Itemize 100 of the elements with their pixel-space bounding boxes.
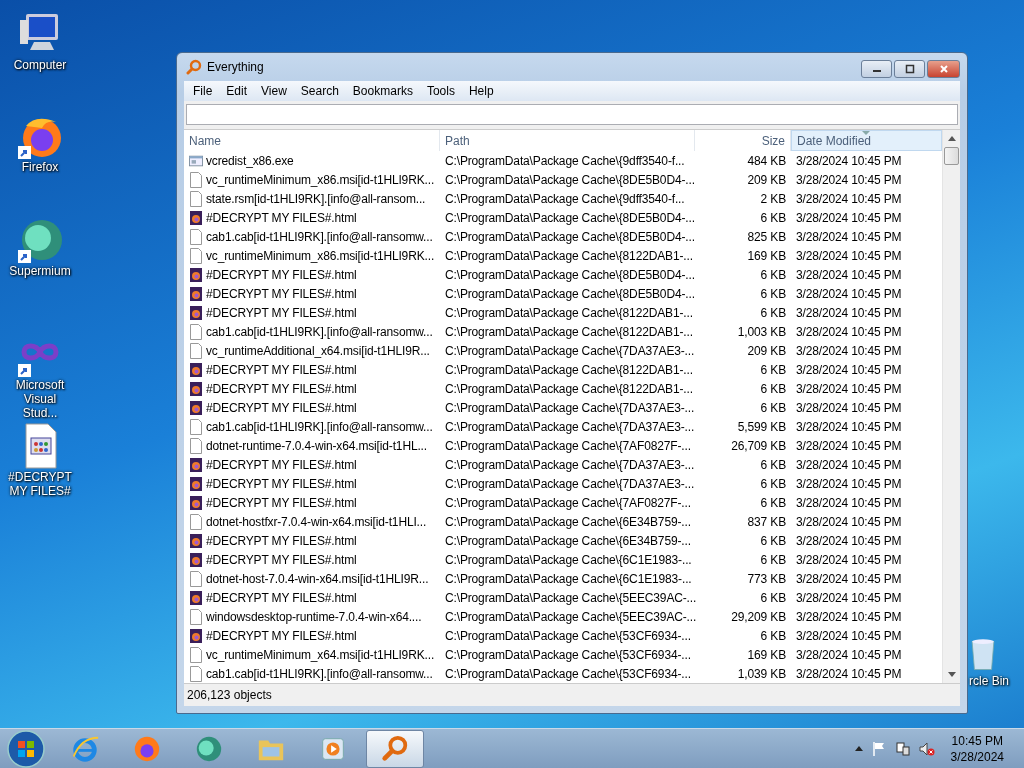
file-name[interactable]: vc_runtimeMinimum_x86.msi[id-t1HLI9RK...: [206, 248, 435, 263]
flag-icon[interactable]: [870, 740, 887, 757]
menu-item[interactable]: Tools: [419, 84, 462, 98]
file-path: C:\ProgramData\Package Cache\{6C1E1983-...: [445, 552, 692, 567]
file-name[interactable]: #DECRYPT MY FILES#.html: [206, 457, 357, 472]
html-file-icon: [189, 304, 203, 321]
file-name[interactable]: #DECRYPT MY FILES#.html: [206, 533, 357, 548]
file-path: C:\ProgramData\Package Cache\{8DE5B0D4-...: [445, 210, 695, 225]
file-path: C:\ProgramData\Package Cache\{7DA37AE3-...: [445, 343, 695, 358]
file-name[interactable]: vc_runtimeAdditional_x64.msi[id-t1HLI9R...: [206, 343, 430, 358]
html-file-icon: [189, 475, 203, 492]
date-modified: 3/28/2024 10:45 PM: [796, 400, 902, 415]
search-field[interactable]: [186, 104, 958, 125]
file-path: C:\ProgramData\Package Cache\{8122DAB1-...: [445, 381, 693, 396]
file-path: C:\ProgramData\Package Cache\{7AF0827F-...: [445, 438, 691, 453]
magnifier-icon: [186, 59, 202, 75]
show-hidden-icons[interactable]: [854, 746, 863, 751]
blank-file-icon: [189, 646, 203, 663]
date-modified: 3/28/2024 10:45 PM: [796, 248, 902, 263]
file-name[interactable]: cab1.cab[id-t1HLI9RK].[info@all-ransomw...: [206, 324, 433, 339]
file-path: C:\ProgramData\Package Cache\{5EEC39AC-...: [445, 590, 697, 605]
desktop-icon-label[interactable]: Microsoft Visual Stud...: [8, 378, 72, 420]
file-size: 5,599 KB: [737, 419, 786, 434]
blank-file-icon: [189, 418, 203, 435]
desktop-icon-label[interactable]: rcle Bin: [969, 674, 1009, 688]
file-size: 2 KB: [760, 191, 786, 206]
taskbar-button[interactable]: [366, 729, 424, 768]
menu-item[interactable]: Edit: [219, 84, 255, 98]
file-name[interactable]: #DECRYPT MY FILES#.html: [206, 286, 357, 301]
file-name[interactable]: cab1.cab[id-t1HLI9RK].[info@all-ransomw...: [206, 666, 433, 681]
muted-speaker-icon[interactable]: [918, 740, 935, 757]
file-name[interactable]: #DECRYPT MY FILES#.html: [206, 628, 357, 643]
scroll-up-icon[interactable]: [947, 136, 956, 141]
menu-item[interactable]: Search: [293, 84, 346, 98]
sort-arrow-icon: [862, 131, 870, 135]
file-name[interactable]: windowsdesktop-runtime-7.0.4-win-x64....: [206, 609, 422, 624]
file-path: C:\ProgramData\Package Cache\{7DA37AE3-...: [445, 419, 695, 434]
file-name[interactable]: dotnet-host-7.0.4-win-x64.msi[id-t1HLI9R...: [206, 571, 429, 586]
file-name[interactable]: #DECRYPT MY FILES#.html: [206, 267, 357, 282]
file-name[interactable]: vcredist_x86.exe: [206, 153, 294, 168]
scroll-down-icon[interactable]: [947, 672, 956, 677]
file-path: C:\ProgramData\Package Cache\{8122DAB1-...: [445, 324, 693, 339]
file-name[interactable]: #DECRYPT MY FILES#.html: [206, 305, 357, 320]
clock[interactable]: 10:45 PM 3/28/2024: [950, 732, 1004, 765]
start-button[interactable]: [6, 728, 46, 768]
html-file-icon: [189, 494, 203, 511]
file-name[interactable]: cab1.cab[id-t1HLI9RK].[info@all-ransomw...: [206, 419, 433, 434]
maximize-button[interactable]: [894, 60, 925, 78]
menu-item[interactable]: File: [186, 84, 220, 98]
file-size: 26,709 KB: [731, 438, 786, 453]
date-modified: 3/28/2024 10:45 PM: [796, 210, 902, 225]
file-name[interactable]: dotnet-hostfxr-7.0.4-win-x64.msi[id-t1HLI...: [206, 514, 427, 529]
date-modified: 3/28/2024 10:45 PM: [796, 324, 902, 339]
desktop-icon-label[interactable]: Computer: [13, 58, 67, 72]
date-modified: 3/28/2024 10:45 PM: [796, 628, 902, 643]
date-modified: 3/28/2024 10:45 PM: [796, 571, 902, 586]
file-name[interactable]: #DECRYPT MY FILES#.html: [206, 400, 357, 415]
file-name[interactable]: #DECRYPT MY FILES#.html: [206, 495, 357, 510]
file-name[interactable]: #DECRYPT MY FILES#.html: [206, 210, 357, 225]
maximize-icon: [904, 64, 915, 74]
date-modified: 3/28/2024 10:45 PM: [796, 476, 902, 491]
desktop-icon-label[interactable]: #DECRYPT MY FILES#: [8, 470, 72, 498]
file-name[interactable]: #DECRYPT MY FILES#.html: [206, 362, 357, 377]
file-path: C:\ProgramData\Package Cache\{8DE5B0D4-...: [445, 267, 695, 282]
file-path: C:\ProgramData\Package Cache\{8122DAB1-...: [445, 248, 693, 263]
close-button[interactable]: [927, 60, 960, 78]
file-name[interactable]: cab1.cab[id-t1HLI9RK].[info@all-ransomw...: [206, 229, 433, 244]
file-path: C:\ProgramData\Package Cache\{6E34B759-...: [445, 533, 691, 548]
desktop-icon-label[interactable]: Firefox: [21, 160, 59, 174]
file-name[interactable]: vc_runtimeMinimum_x64.msi[id-t1HLI9RK...: [206, 647, 435, 662]
file-name[interactable]: #DECRYPT MY FILES#.html: [206, 476, 357, 491]
vertical-scrollbar[interactable]: [942, 130, 960, 683]
menu-item[interactable]: Bookmarks: [345, 84, 420, 98]
minimize-button[interactable]: [861, 60, 892, 78]
scroll-thumb[interactable]: [944, 147, 959, 165]
file-name[interactable]: state.rsm[id-t1HLI9RK].[info@all-ransom...: [206, 191, 426, 206]
menu-item[interactable]: View: [254, 84, 294, 98]
menu-item[interactable]: Help: [461, 84, 501, 98]
html-file-icon: [189, 399, 203, 416]
date-modified: 3/28/2024 10:45 PM: [796, 457, 902, 472]
file-name[interactable]: #DECRYPT MY FILES#.html: [206, 552, 357, 567]
blank-file-icon: [189, 323, 203, 340]
file-size: 6 KB: [760, 457, 786, 472]
network-icon[interactable]: [894, 740, 911, 757]
file-name[interactable]: vc_runtimeMinimum_x86.msi[id-t1HLI9RK...: [206, 172, 435, 187]
desktop-icon-label[interactable]: Supermium: [9, 264, 71, 278]
file-size: 6 KB: [760, 362, 786, 377]
date-modified: 3/28/2024 10:45 PM: [796, 438, 902, 453]
file-name[interactable]: #DECRYPT MY FILES#.html: [206, 590, 357, 605]
file-path: C:\ProgramData\Package Cache\{7AF0827F-...: [445, 495, 691, 510]
column-header[interactable]: Date Modified: [791, 130, 942, 151]
file-name[interactable]: dotnet-runtime-7.0.4-win-x64.msi[id-t1HL...: [206, 438, 427, 453]
date-modified: 3/28/2024 10:45 PM: [796, 495, 902, 510]
file-size: 169 KB: [747, 647, 786, 662]
file-name[interactable]: #DECRYPT MY FILES#.html: [206, 381, 357, 396]
html-file-icon: [189, 627, 203, 644]
html-file-icon: [189, 380, 203, 397]
file-path: C:\ProgramData\Package Cache\{7DA37AE3-...: [445, 457, 695, 472]
file-path: C:\ProgramData\Package Cache\{6C1E1983-...: [445, 571, 692, 586]
file-size: 6 KB: [760, 210, 786, 225]
